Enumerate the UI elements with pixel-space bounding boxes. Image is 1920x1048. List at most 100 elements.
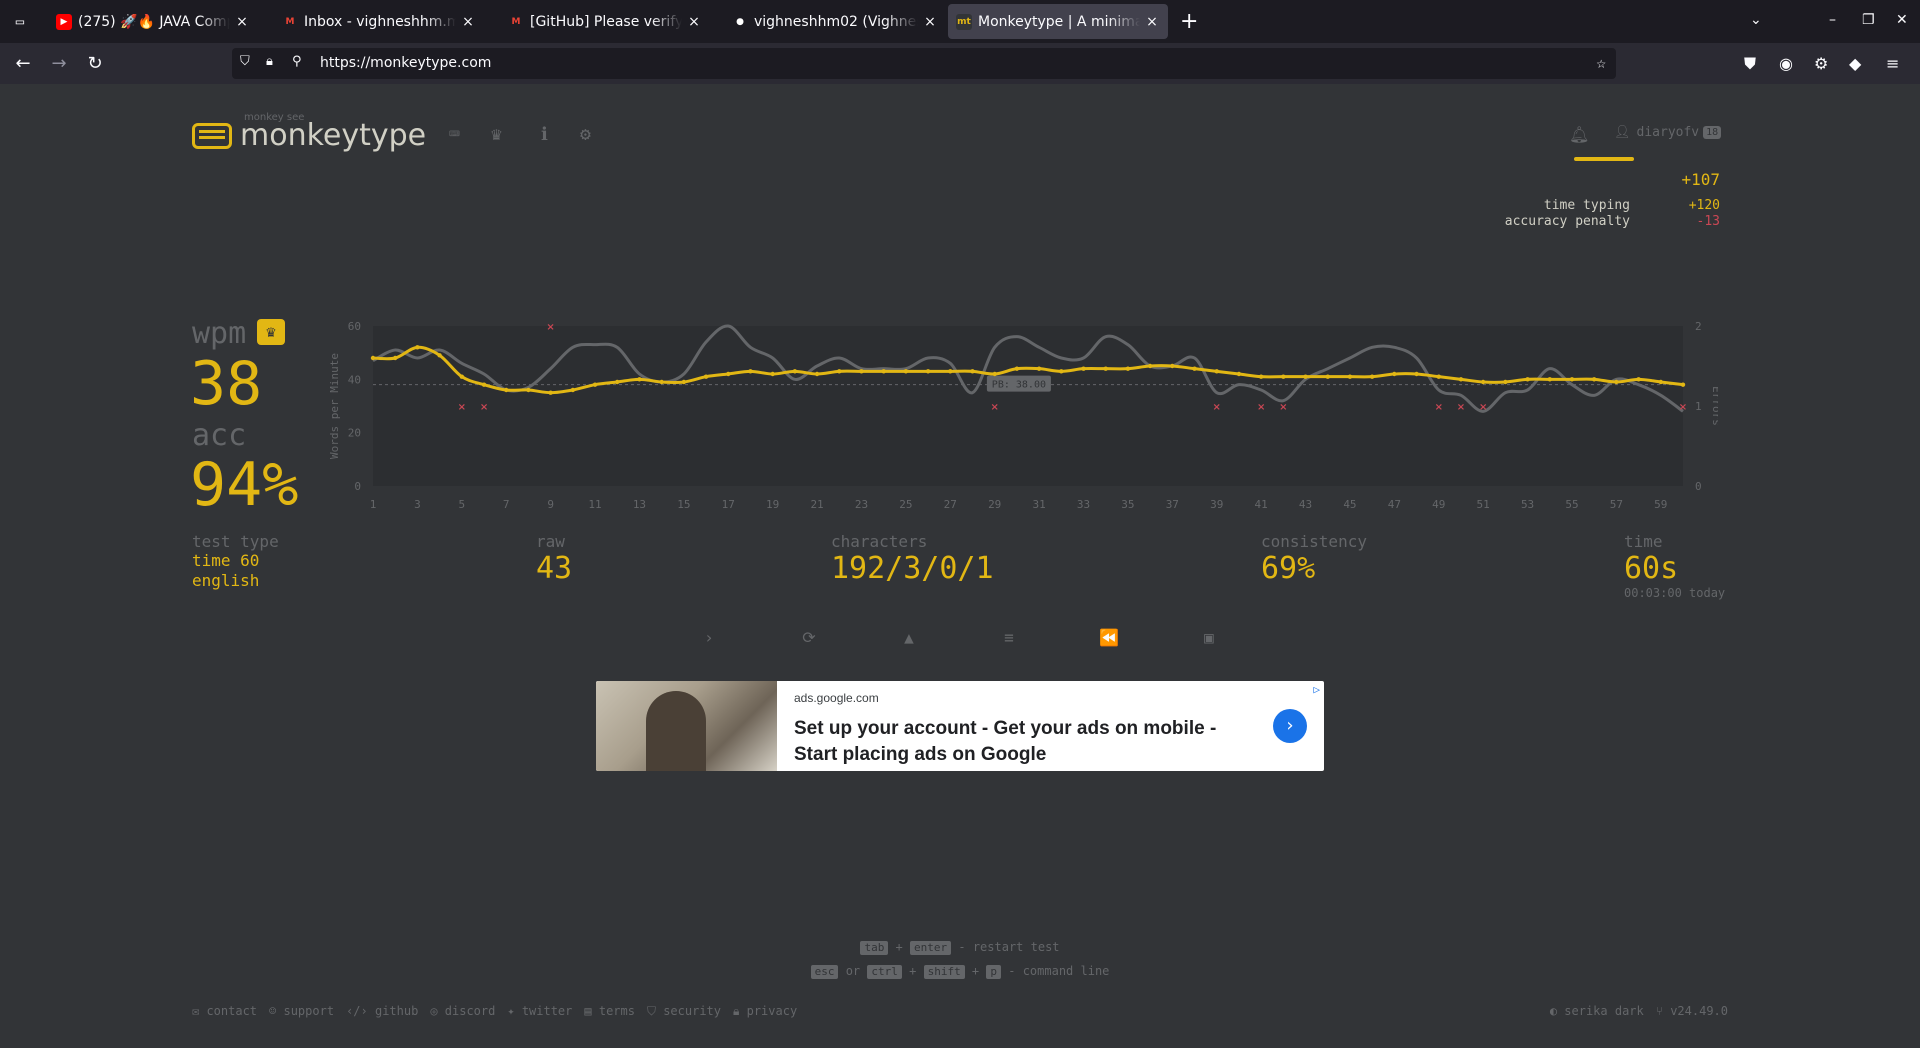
ad-image[interactable] — [596, 681, 777, 771]
close-icon[interactable]: × — [234, 14, 250, 30]
x-tick-label: 53 — [1521, 498, 1534, 511]
time-value[interactable]: 60s — [1624, 551, 1725, 586]
practice-words-icon[interactable]: ▲ — [897, 628, 921, 647]
wpm-point — [792, 369, 798, 374]
url-bar[interactable]: ⛉ 🔒︎ ⚲ https://monkeytype.com ☆ — [232, 48, 1616, 79]
keyboard-icon[interactable]: ⌨ — [449, 124, 460, 145]
wpm-point — [615, 379, 620, 385]
chevron-down-icon[interactable]: ⌄ — [1750, 12, 1762, 28]
y2-tick-label: 1 — [1695, 400, 1702, 413]
browser-tab[interactable]: M Inbox - vighneshhm.mca2 × — [274, 4, 484, 39]
close-icon[interactable]: × — [1144, 14, 1160, 30]
wpm-point — [1081, 366, 1086, 371]
wpm-value[interactable]: 38 — [190, 354, 262, 414]
wpm-point — [1458, 377, 1464, 382]
extensions-icon[interactable]: ⚙ — [1814, 54, 1828, 73]
key-esc: esc — [810, 965, 839, 979]
x-tick-label: 11 — [588, 498, 601, 511]
x-tick-label: 57 — [1610, 498, 1623, 511]
footer-support[interactable]: ☺ support — [269, 1004, 334, 1019]
bookmark-star-icon[interactable]: ☆ — [1596, 53, 1606, 72]
y-tick-label: 20 — [348, 427, 361, 440]
browser-tab[interactable]: ● vighneshhm02 (Vighnesh × — [724, 4, 946, 39]
bell-icon[interactable]: 🔔︎ — [1569, 125, 1589, 144]
restore-icon[interactable]: ❐ — [1862, 12, 1875, 28]
footer-contact[interactable]: ✉ contact — [192, 1004, 257, 1019]
x-tick-label: 43 — [1299, 498, 1312, 511]
pocket-icon[interactable]: ⛊ — [1744, 54, 1756, 74]
xp-breakdown-row: time typing +120 — [1450, 198, 1720, 213]
lock-icon[interactable]: 🔒︎ — [266, 54, 273, 69]
menu-icon[interactable]: ≡ — [1886, 54, 1899, 73]
close-icon[interactable]: × — [922, 14, 938, 30]
new-tab-icon[interactable]: + — [1180, 9, 1198, 34]
ad-domain[interactable]: ads.google.com — [794, 691, 879, 705]
permissions-icon[interactable]: ⚲ — [292, 54, 302, 69]
footer-terms[interactable]: ▤ terms — [584, 1004, 635, 1019]
wpm-point — [1192, 366, 1197, 371]
browser-tab-active[interactable]: mt Monkeytype | A minimalis × — [948, 4, 1168, 39]
version-button[interactable]: ⑂ v24.49.0 — [1656, 1004, 1728, 1018]
time-subtext: 00:03:00 today — [1624, 586, 1726, 600]
ad-banner[interactable]: ads.google.com Set up your account - Get… — [596, 681, 1324, 771]
theme-button[interactable]: ◐ serika dark — [1550, 1004, 1644, 1018]
crown-icon[interactable]: ♛ — [491, 124, 502, 145]
footer-discord[interactable]: ◎ discord — [430, 1004, 495, 1019]
reload-icon[interactable]: ↻ — [82, 51, 108, 77]
settings-gear-icon[interactable]: ⚙ — [580, 124, 591, 145]
wpm-point — [837, 369, 842, 374]
back-icon[interactable]: ← — [10, 51, 36, 77]
adchoices-icon[interactable]: ▷ — [1313, 683, 1320, 696]
minimize-icon[interactable]: – — [1829, 12, 1836, 28]
footer-github[interactable]: ‹/› github — [346, 1004, 418, 1019]
words-history-icon[interactable]: ≡ — [997, 628, 1021, 647]
x-tick-label: 41 — [1255, 498, 1268, 511]
pb-label: PB: 38.00 — [992, 380, 1046, 391]
consistency-value[interactable]: 69% — [1261, 551, 1367, 586]
x-tick-label: 39 — [1210, 498, 1223, 511]
replay-icon[interactable]: ⏪ — [1097, 628, 1121, 647]
close-window-icon[interactable]: ✕ — [1896, 12, 1908, 28]
y2-axis-title: Errors — [1710, 386, 1718, 426]
wpm-point — [570, 387, 576, 393]
wpm-point — [1125, 366, 1131, 371]
tab-list-icon[interactable]: ▭ — [8, 10, 32, 34]
xp-progress-bar — [1574, 157, 1634, 161]
footer-security[interactable]: ⛉ security — [647, 1004, 721, 1019]
save-screenshot-icon[interactable]: ▣ — [1197, 628, 1221, 647]
wpm-point — [1369, 374, 1375, 379]
x-tick-label: 45 — [1343, 498, 1356, 511]
account-button[interactable]: 👤︎ diaryofv 18 — [1614, 125, 1722, 140]
hint-restart-text: - restart test — [958, 940, 1060, 954]
ad-title[interactable]: Set up your account - Get your ads on mo… — [794, 716, 1264, 768]
footer-privacy[interactable]: 🔒︎ privacy — [733, 1004, 797, 1019]
key-p: p — [986, 965, 1002, 979]
next-test-icon[interactable]: › — [697, 628, 721, 647]
shield-icon[interactable]: ⛉ — [240, 54, 250, 69]
raw-value[interactable]: 43 — [536, 551, 572, 586]
x-tick-label: 51 — [1477, 498, 1490, 511]
info-icon[interactable]: ℹ — [541, 124, 548, 145]
wpm-point — [1614, 379, 1619, 385]
wpm-point — [770, 371, 775, 377]
close-icon[interactable]: × — [686, 14, 702, 30]
logo[interactable]: monkey see monkeytype — [192, 112, 426, 153]
wpm-point — [1480, 379, 1486, 385]
repeat-test-icon[interactable]: ⟳ — [797, 628, 821, 647]
x-tick-label: 19 — [766, 498, 779, 511]
wpm-point — [1636, 377, 1641, 382]
consistency-label: consistency — [1261, 532, 1367, 551]
wpm-point — [1170, 363, 1175, 369]
browser-tab[interactable]: M [GitHub] Please verify your × — [500, 4, 710, 39]
ad-arrow-icon[interactable]: › — [1273, 709, 1307, 743]
extension-icon[interactable]: ◆ — [1849, 54, 1861, 73]
account-icon[interactable]: ◉ — [1779, 54, 1793, 73]
forward-icon[interactable]: → — [46, 51, 72, 77]
characters-value[interactable]: 192/3/0/1 — [831, 551, 994, 586]
footer-twitter[interactable]: ✦ twitter — [507, 1004, 572, 1019]
acc-value[interactable]: 94% — [190, 455, 298, 515]
url-text[interactable]: https://monkeytype.com — [320, 55, 491, 71]
wpm-point — [1214, 369, 1219, 374]
browser-tab[interactable]: ▶ (275) 🚀🔥 JAVA Complete Course × — [48, 4, 258, 39]
close-icon[interactable]: × — [460, 14, 476, 30]
